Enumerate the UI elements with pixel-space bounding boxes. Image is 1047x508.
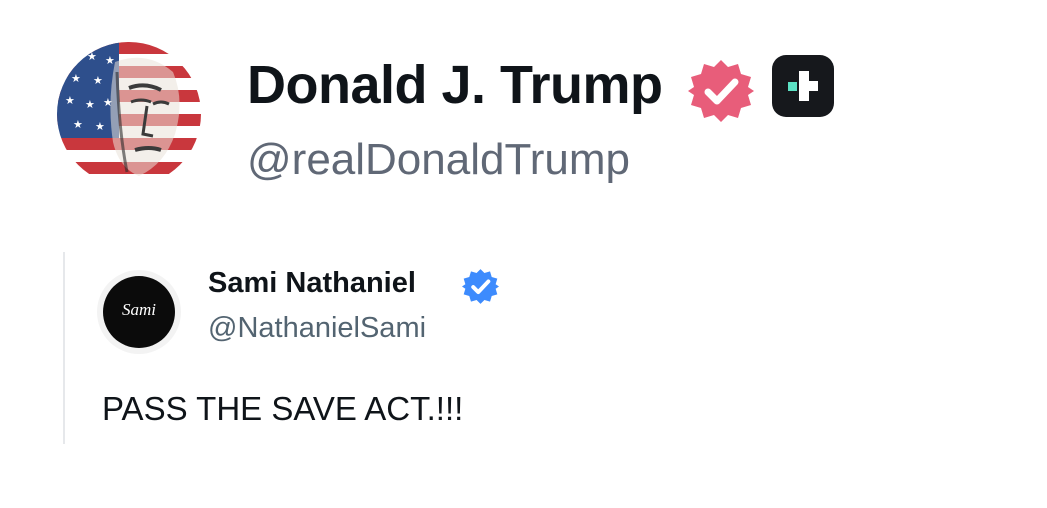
flag-portrait-avatar: ★ ★ ★ ★ ★ ★ ★ ★ ★ ★ <box>57 42 201 186</box>
author-handle[interactable]: @realDonaldTrump <box>247 135 630 185</box>
svg-text:★: ★ <box>73 118 83 131</box>
svg-text:★: ★ <box>87 50 97 63</box>
truth-social-icon[interactable] <box>772 55 834 117</box>
avatar-logo-mark: Sami <box>122 300 156 319</box>
svg-text:★: ★ <box>93 74 103 87</box>
svg-text:★: ★ <box>105 54 115 67</box>
verified-badge-icon <box>688 60 754 122</box>
quote-divider <box>63 252 65 444</box>
svg-text:★: ★ <box>67 50 77 63</box>
svg-text:★: ★ <box>95 120 105 133</box>
quoted-author-handle[interactable]: @NathanielSami <box>208 312 426 345</box>
quoted-author-avatar[interactable]: Sami <box>103 276 175 348</box>
author-avatar[interactable]: ★ ★ ★ ★ ★ ★ ★ ★ ★ ★ <box>57 42 201 186</box>
truth-social-glyph <box>788 71 818 101</box>
blue-verified-icon <box>462 269 499 304</box>
svg-text:★: ★ <box>85 98 95 111</box>
svg-text:★: ★ <box>65 94 75 107</box>
svg-text:★: ★ <box>71 72 81 85</box>
quoted-post-text: PASS THE SAVE ACT.!!! <box>102 390 464 427</box>
author-display-name[interactable]: Donald J. Trump <box>247 54 663 116</box>
quoted-author-name[interactable]: Sami Nathaniel <box>208 267 416 300</box>
